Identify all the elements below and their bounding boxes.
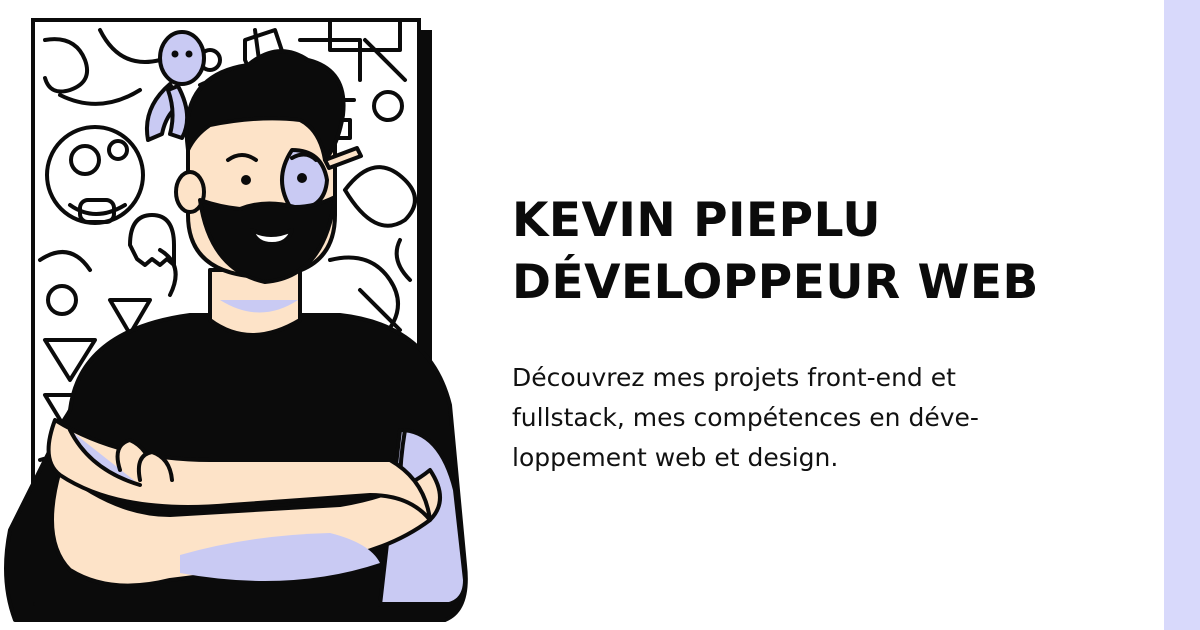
description-line: fullstack, mes compétences en déve- xyxy=(512,403,979,432)
headline: KEVIN PIEPLU DÉVELOPPEUR WEB xyxy=(512,190,1142,314)
accent-strip xyxy=(1164,0,1200,630)
headline-role: DÉVELOPPEUR WEB xyxy=(512,255,1039,310)
social-card: KEVIN PIEPLU DÉVELOPPEUR WEB Découvrez m… xyxy=(0,0,1200,630)
description-line: Découvrez mes projets front-end et xyxy=(512,363,956,392)
description-line: loppement web et design. xyxy=(512,443,839,472)
description: Découvrez mes projets front-end et fulls… xyxy=(512,358,1132,478)
intro-text-block: KEVIN PIEPLU DÉVELOPPEUR WEB Découvrez m… xyxy=(512,190,1142,478)
headline-name: KEVIN PIEPLU xyxy=(512,193,882,248)
avatar-illustration xyxy=(0,0,480,630)
